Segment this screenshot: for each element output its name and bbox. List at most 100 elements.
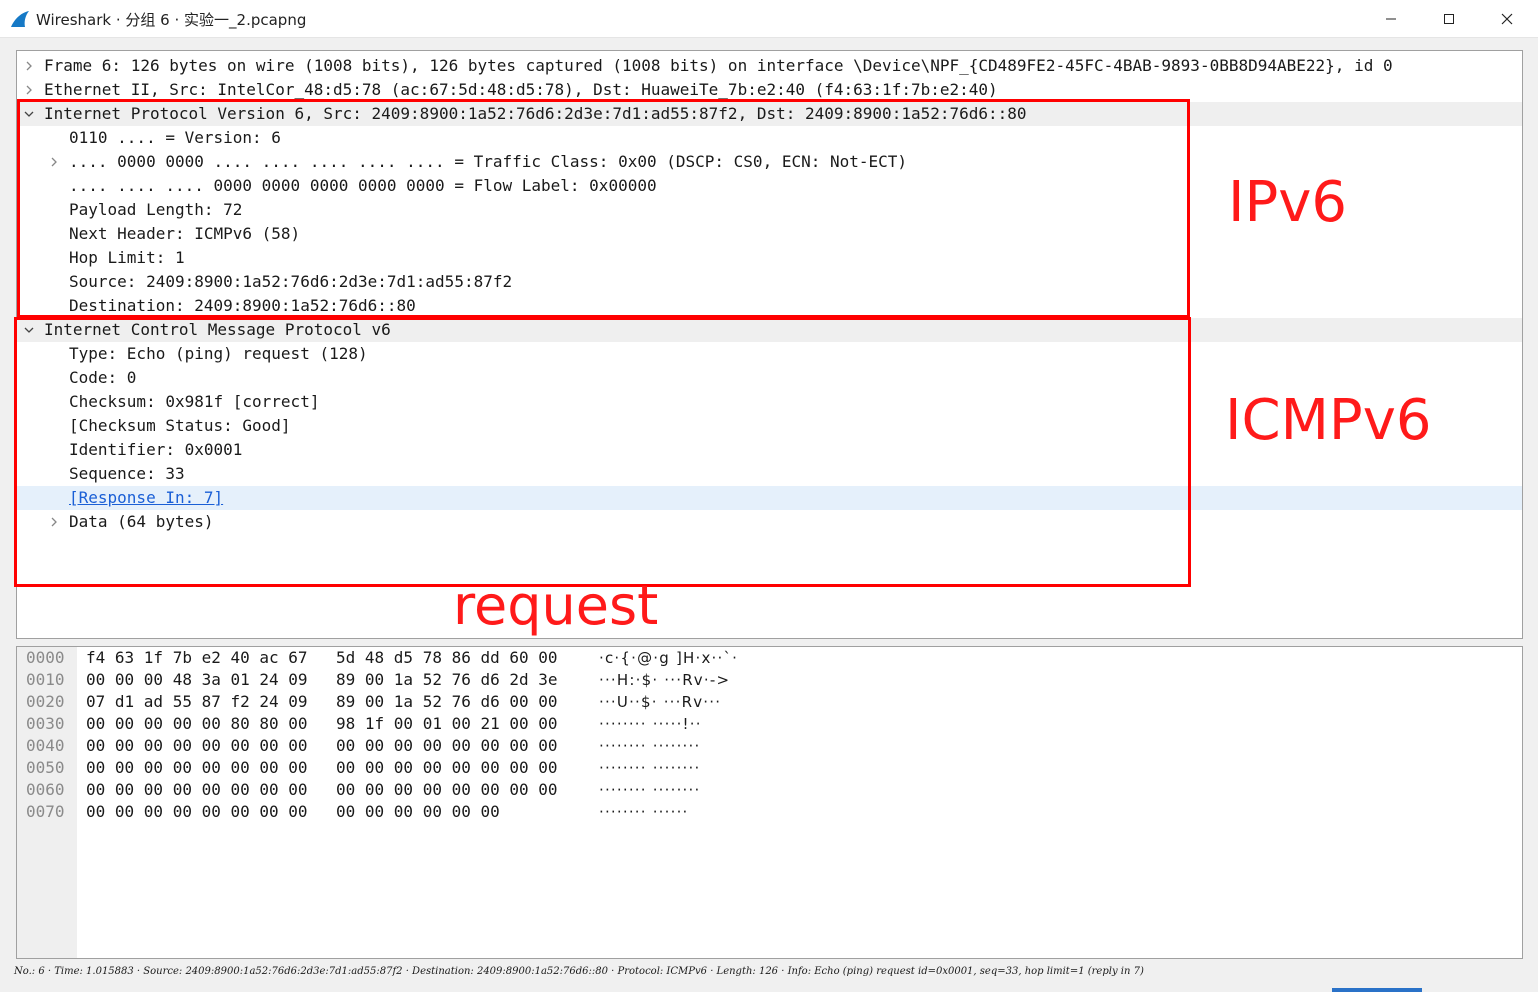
tree-row-label: 0110 .... = Version: 6 [69, 128, 281, 147]
close-icon [1501, 13, 1513, 25]
chevron-right-icon[interactable] [22, 78, 36, 102]
ascii-bytes: ········ ·····!·· [599, 715, 702, 733]
ascii-bytes: ········ ········ [599, 781, 701, 799]
hex-bytes-second-half: 89 00 1a 52 76 d6 00 00 [336, 692, 558, 711]
tree-row-label: Ethernet II, Src: IntelCor_48:d5:78 (ac:… [44, 80, 998, 99]
tree-row-label: [Checksum Status: Good] [69, 416, 291, 435]
tree-row-label: Checksum: 0x981f [correct] [69, 392, 320, 411]
byte-offset: 0000 [26, 648, 65, 667]
bytes-row[interactable]: 0040 00 00 00 00 00 00 00 00 00 00 00 00 0… [17, 735, 1522, 757]
minimize-button[interactable] [1362, 0, 1420, 38]
ascii-bytes: ···H:·$· ···Rv·-> [599, 671, 731, 689]
hex-bytes-second-half: 00 00 00 00 00 00 00 00 [336, 780, 558, 799]
tree-row[interactable]: [Response In: 7] [17, 486, 1522, 510]
tree-row[interactable]: Data (64 bytes) [17, 510, 1522, 534]
tree-row[interactable]: .... 0000 0000 .... .... .... .... .... … [17, 150, 1522, 174]
bytes-row[interactable]: 0010 00 00 00 48 3a 01 24 09 89 00 1a 52 7… [17, 669, 1522, 691]
hex-bytes-second-half: 00 00 00 00 00 00 [336, 802, 500, 821]
ascii-bytes: ········ ······ [599, 803, 689, 821]
byte-offset: 0020 [26, 692, 65, 711]
hex-bytes-second-half: 00 00 00 00 00 00 00 00 [336, 736, 558, 755]
tree-row-label: Hop Limit: 1 [69, 248, 185, 267]
wireshark-fin-icon [11, 11, 29, 27]
byte-offset: 0040 [26, 736, 65, 755]
tree-row-label: Payload Length: 72 [69, 200, 243, 219]
chevron-right-icon[interactable] [47, 510, 61, 534]
window-title: Wireshark · 分组 6 · 实验一_2.pcapng [36, 11, 307, 29]
hex-bytes-first-half: f4 63 1f 7b e2 40 ac 67 [86, 648, 308, 667]
tree-row[interactable]: Internet Control Message Protocol v6 [17, 318, 1522, 342]
tree-row[interactable]: [Checksum Status: Good] [17, 414, 1522, 438]
tree-row-label: Internet Protocol Version 6, Src: 2409:8… [44, 104, 1027, 123]
tree-row-label: Type: Echo (ping) request (128) [69, 344, 368, 363]
tree-row-label: .... 0000 0000 .... .... .... .... .... … [69, 152, 908, 171]
bytes-row[interactable]: 0030 00 00 00 00 00 80 80 00 98 1f 00 01 0… [17, 713, 1522, 735]
maximize-icon [1444, 14, 1454, 24]
chevron-down-icon[interactable] [22, 318, 36, 342]
tree-row[interactable]: Source: 2409:8900:1a52:76d6:2d3e:7d1:ad5… [17, 270, 1522, 294]
hex-bytes-second-half: 00 00 00 00 00 00 00 00 [336, 758, 558, 777]
packet-bytes-pane[interactable]: 0000 f4 63 1f 7b e2 40 ac 67 5d 48 d5 78 8… [16, 646, 1523, 959]
tree-row[interactable]: Identifier: 0x0001 [17, 438, 1522, 462]
tree-row[interactable]: Code: 0 [17, 366, 1522, 390]
minimize-icon [1386, 18, 1396, 20]
maximize-button[interactable] [1420, 0, 1478, 38]
tree-row-label: Frame 6: 126 bytes on wire (1008 bits), … [44, 56, 1393, 75]
tree-row[interactable]: Checksum: 0x981f [correct] [17, 390, 1522, 414]
ascii-bytes: ·c·{·@·g ]H·x··`· [599, 649, 739, 667]
close-button[interactable] [1478, 0, 1536, 38]
tree-row[interactable]: Payload Length: 72 [17, 198, 1522, 222]
tree-row[interactable]: Sequence: 33 [17, 462, 1522, 486]
tree-row-label: Internet Control Message Protocol v6 [44, 320, 391, 339]
hex-bytes-second-half: 98 1f 00 01 00 21 00 00 [336, 714, 558, 733]
bytes-row[interactable]: 0070 00 00 00 00 00 00 00 00 00 00 00 00 0… [17, 801, 1522, 823]
tree-row-label: Destination: 2409:8900:1a52:76d6::80 [69, 296, 416, 315]
tree-row-label: Identifier: 0x0001 [69, 440, 243, 459]
hex-bytes-first-half: 00 00 00 48 3a 01 24 09 [86, 670, 308, 689]
packet-details-tree[interactable]: Frame 6: 126 bytes on wire (1008 bits), … [16, 50, 1523, 639]
tree-row-label: .... .... .... 0000 0000 0000 0000 0000 … [69, 176, 657, 195]
hex-bytes-second-half: 5d 48 d5 78 86 dd 60 00 [336, 648, 558, 667]
tree-row-label: Data (64 bytes) [69, 512, 214, 531]
chevron-down-icon[interactable] [22, 102, 36, 126]
bytes-row[interactable]: 0060 00 00 00 00 00 00 00 00 00 00 00 00 0… [17, 779, 1522, 801]
tree-row[interactable]: Frame 6: 126 bytes on wire (1008 bits), … [17, 54, 1522, 78]
hex-bytes-first-half: 00 00 00 00 00 00 00 00 [86, 736, 308, 755]
tree-row[interactable]: Hop Limit: 1 [17, 246, 1522, 270]
title-bar: Wireshark · 分组 6 · 实验一_2.pcapng [0, 0, 1538, 38]
hex-bytes-first-half: 00 00 00 00 00 00 00 00 [86, 780, 308, 799]
hex-bytes-first-half: 00 00 00 00 00 00 00 00 [86, 758, 308, 777]
ascii-bytes: ········ ········ [599, 759, 701, 777]
tree-row-label: Next Header: ICMPv6 (58) [69, 224, 301, 243]
byte-offset: 0030 [26, 714, 65, 733]
hex-bytes-first-half: 07 d1 ad 55 87 f2 24 09 [86, 692, 308, 711]
tree-row[interactable]: Next Header: ICMPv6 (58) [17, 222, 1522, 246]
tree-row[interactable]: Ethernet II, Src: IntelCor_48:d5:78 (ac:… [17, 78, 1522, 102]
tree-row-link[interactable]: [Response In: 7] [69, 486, 223, 510]
byte-offset: 0010 [26, 670, 65, 689]
bytes-row[interactable]: 0000 f4 63 1f 7b e2 40 ac 67 5d 48 d5 78 8… [17, 647, 1522, 669]
status-button[interactable] [1332, 988, 1422, 992]
hex-bytes-first-half: 00 00 00 00 00 80 80 00 [86, 714, 308, 733]
chevron-right-icon[interactable] [22, 54, 36, 78]
byte-offset: 0070 [26, 802, 65, 821]
tree-row[interactable]: 0110 .... = Version: 6 [17, 126, 1522, 150]
status-bar: No.: 6 · Time: 1.015883 · Source: 2409:8… [0, 962, 1538, 992]
hex-bytes-first-half: 00 00 00 00 00 00 00 00 [86, 802, 308, 821]
status-text: No.: 6 · Time: 1.015883 · Source: 2409:8… [14, 966, 1144, 977]
tree-row-label: Source: 2409:8900:1a52:76d6:2d3e:7d1:ad5… [69, 272, 513, 291]
tree-row-label: Sequence: 33 [69, 464, 185, 483]
tree-row-label: Code: 0 [69, 368, 137, 387]
bytes-row[interactable]: 0050 00 00 00 00 00 00 00 00 00 00 00 00 0… [17, 757, 1522, 779]
bytes-row[interactable]: 0020 07 d1 ad 55 87 f2 24 09 89 00 1a 52 7… [17, 691, 1522, 713]
tree-row[interactable]: Destination: 2409:8900:1a52:76d6::80 [17, 294, 1522, 318]
chevron-right-icon[interactable] [47, 150, 61, 174]
tree-row[interactable]: Internet Protocol Version 6, Src: 2409:8… [17, 102, 1522, 126]
ascii-bytes: ········ ········ [599, 737, 701, 755]
byte-offset: 0050 [26, 758, 65, 777]
tree-row[interactable]: .... .... .... 0000 0000 0000 0000 0000 … [17, 174, 1522, 198]
hex-bytes-second-half: 89 00 1a 52 76 d6 2d 3e [336, 670, 558, 689]
byte-offset: 0060 [26, 780, 65, 799]
ascii-bytes: ···U··$· ···Rv··· [599, 693, 722, 711]
tree-row[interactable]: Type: Echo (ping) request (128) [17, 342, 1522, 366]
